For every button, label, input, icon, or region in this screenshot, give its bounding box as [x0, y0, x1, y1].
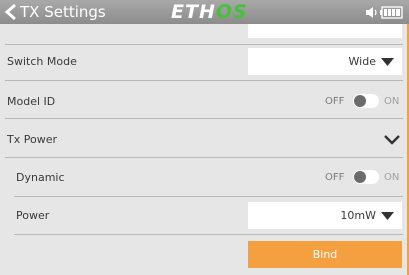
settings-list[interactable]: Switch Mode Wide Model ID OFF ON Tx Powe…	[0, 24, 409, 275]
dynamic-off-label: OFF	[325, 172, 345, 183]
switch-mode-label: Switch Mode	[7, 55, 77, 68]
brand-logo-os: OS	[215, 1, 248, 23]
divider	[5, 80, 403, 81]
power-select[interactable]: 10mW	[248, 202, 402, 229]
divider	[14, 234, 403, 235]
tx-power-label: Tx Power	[7, 133, 57, 146]
power-label: Power	[16, 209, 50, 222]
model-id-on-label: ON	[384, 96, 400, 107]
caret-down-icon	[381, 58, 394, 66]
model-id-label: Model ID	[7, 95, 56, 108]
divider	[5, 44, 403, 45]
dynamic-toggle[interactable]	[353, 170, 379, 184]
power-value: 10mW	[340, 209, 376, 222]
switch-mode-select[interactable]: Wide	[248, 48, 402, 75]
brand-logo-eth: ETH	[171, 1, 216, 23]
page-title: TX Settings	[20, 3, 106, 21]
divider	[5, 157, 403, 158]
model-id-toggle[interactable]	[353, 94, 379, 108]
title-bar: TX Settings ETHOS	[0, 0, 409, 24]
caret-down-icon	[381, 212, 394, 220]
battery-icon	[380, 6, 403, 19]
chevron-down-icon[interactable]	[384, 135, 400, 145]
divider	[5, 118, 403, 119]
dynamic-on-label: ON	[384, 172, 400, 183]
status-icons	[366, 6, 403, 19]
brand-logo: ETHOS	[171, 1, 248, 23]
toggle-knob	[354, 95, 366, 107]
divider	[14, 196, 403, 197]
switch-mode-value: Wide	[348, 55, 376, 68]
partial-field[interactable]	[248, 24, 402, 38]
bind-button[interactable]: Bind	[248, 241, 402, 268]
dynamic-label: Dynamic	[16, 171, 65, 184]
volume-icon	[366, 7, 377, 18]
model-id-off-label: OFF	[325, 96, 345, 107]
chevron-left-icon[interactable]	[4, 4, 18, 20]
toggle-knob	[354, 171, 366, 183]
